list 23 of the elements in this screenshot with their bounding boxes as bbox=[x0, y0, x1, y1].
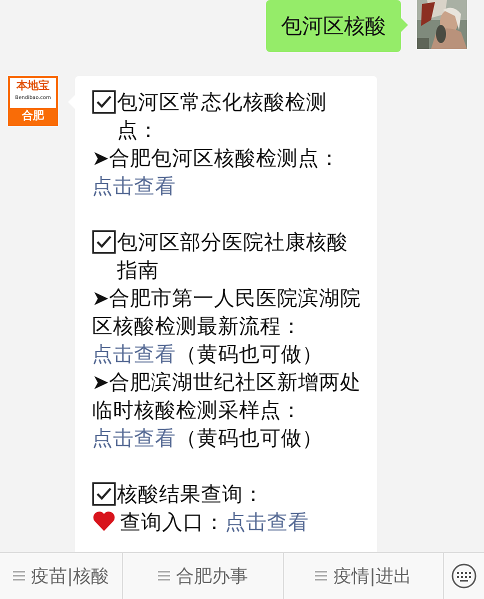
menu-icon bbox=[158, 571, 170, 581]
message-text: 查询入口：点击查看 bbox=[120, 510, 309, 534]
bubble-tail bbox=[401, 18, 408, 32]
message-bubble: 包河区核酸 bbox=[266, 0, 401, 52]
view-link[interactable]: 点击查看 bbox=[225, 510, 309, 534]
message-text: ➤合肥滨湖世纪社区新增两处临时核酸检测采样点： 点击查看（黄码也可做） bbox=[92, 369, 362, 452]
view-link[interactable]: 点击查看 bbox=[92, 426, 176, 450]
view-link[interactable]: 点击查看 bbox=[92, 342, 176, 366]
message-text: ➤合肥包河区核酸检测点： 点击查看 bbox=[92, 145, 342, 200]
checkbox-icon bbox=[92, 230, 116, 254]
message-text: ➤合肥市第一人民医院滨湖院区核酸检测最新流程： 点击查看（黄码也可做） bbox=[92, 285, 362, 368]
view-link[interactable]: 点击查看 bbox=[92, 174, 176, 198]
section-heading: 包河区部分医院社康核酸指南 bbox=[117, 229, 349, 284]
section-heading: 包河区常态化核酸检测点： bbox=[117, 89, 328, 144]
section-heading: 核酸结果查询： bbox=[117, 481, 264, 508]
menu-icon bbox=[12, 571, 25, 581]
checkbox-icon bbox=[92, 90, 116, 114]
menu-icon bbox=[315, 571, 328, 581]
logo-title: 本地宝 bbox=[16, 78, 50, 94]
logo-city: 合肥 bbox=[22, 108, 44, 124]
keyboard-icon[interactable] bbox=[451, 563, 477, 589]
checkbox-icon bbox=[92, 482, 116, 506]
heart-icon bbox=[92, 510, 116, 532]
